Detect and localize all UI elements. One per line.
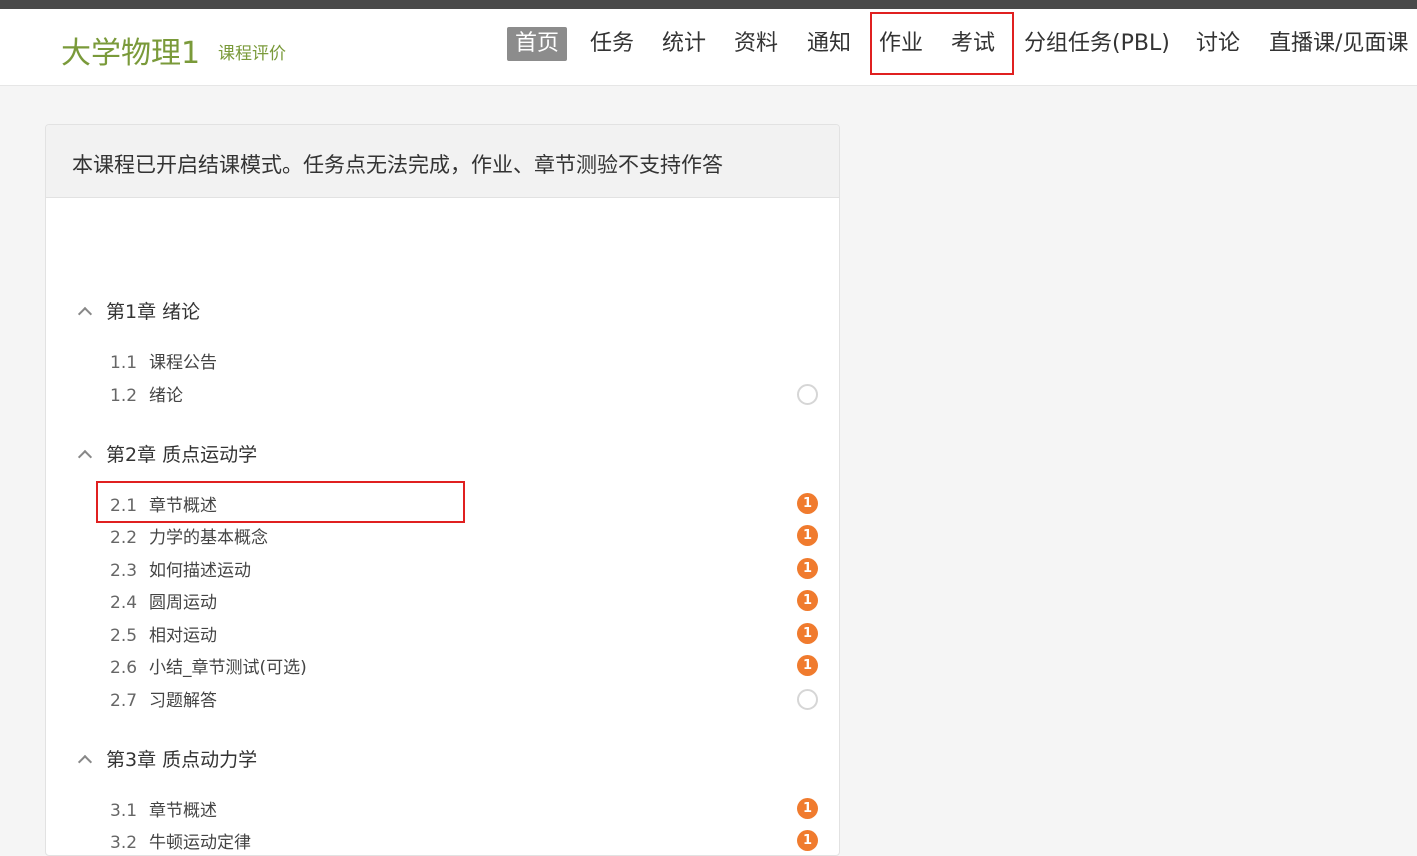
- nav-notices[interactable]: 通知: [807, 27, 851, 61]
- chapter-title: 第1章 绪论: [106, 301, 201, 323]
- section-title: 章节概述: [149, 801, 218, 821]
- section-2-7[interactable]: 2.7 习题解答: [110, 686, 217, 711]
- section-num: 3.1: [110, 801, 138, 821]
- section-num: 1.2: [110, 386, 138, 406]
- nav-group-tasks[interactable]: 分组任务(PBL): [1024, 27, 1170, 61]
- section-num: 2.6: [110, 658, 138, 678]
- course-outline-card: 本课程已开启结课模式。任务点无法完成，作业、章节测验不支持作答 第1章 绪论 1…: [45, 124, 840, 856]
- pending-count-badge: 1: [797, 493, 818, 514]
- section-num: 2.2: [110, 528, 138, 548]
- section-3-1[interactable]: 3.1 章节概述: [110, 796, 217, 821]
- nav-tasks[interactable]: 任务: [590, 27, 634, 61]
- section-num: 1.1: [110, 353, 138, 373]
- section-num: 2.5: [110, 626, 138, 646]
- section-title: 如何描述运动: [149, 561, 252, 581]
- chevron-up-icon[interactable]: [77, 754, 93, 770]
- pending-count-badge: 1: [797, 590, 818, 611]
- nav-stats[interactable]: 统计: [662, 27, 706, 61]
- section-2-4[interactable]: 2.4 圆周运动: [110, 588, 217, 613]
- incomplete-ring-icon: [797, 384, 818, 405]
- section-3-2[interactable]: 3.2 牛顿运动定律: [110, 828, 251, 853]
- closure-notice: 本课程已开启结课模式。任务点无法完成，作业、章节测验不支持作答: [46, 125, 839, 198]
- nav-exams[interactable]: 考试: [951, 27, 995, 61]
- section-title: 课程公告: [149, 353, 218, 373]
- section-num: 2.3: [110, 561, 138, 581]
- section-title: 相对运动: [149, 626, 218, 646]
- pending-count-badge: 1: [797, 558, 818, 579]
- chapter-2[interactable]: 第2章 质点运动学: [77, 440, 258, 467]
- section-title: 牛顿运动定律: [149, 833, 252, 853]
- course-title[interactable]: 大学物理1: [61, 28, 200, 72]
- closure-notice-text: 本课程已开启结课模式。任务点无法完成，作业、章节测验不支持作答: [72, 153, 723, 177]
- incomplete-ring-icon: [797, 689, 818, 710]
- chevron-up-icon[interactable]: [77, 306, 93, 322]
- chapter-1[interactable]: 第1章 绪论: [77, 297, 201, 324]
- chapter-title: 第3章 质点动力学: [106, 749, 258, 771]
- section-title: 力学的基本概念: [149, 528, 269, 548]
- nav-home[interactable]: 首页: [507, 27, 568, 61]
- nav-homework[interactable]: 作业: [879, 27, 923, 61]
- section-title: 习题解答: [149, 691, 218, 711]
- section-1-2[interactable]: 1.2 绪论: [110, 381, 183, 406]
- section-2-3[interactable]: 2.3 如何描述运动: [110, 556, 251, 581]
- course-eval-link[interactable]: 课程评价: [218, 39, 286, 64]
- section-num: 2.7: [110, 691, 138, 711]
- pending-count-badge: 1: [797, 798, 818, 819]
- section-title: 圆周运动: [149, 593, 218, 613]
- top-strip: [0, 0, 1417, 9]
- section-2-1[interactable]: 2.1 章节概述: [110, 491, 217, 516]
- section-2-5[interactable]: 2.5 相对运动: [110, 621, 217, 646]
- section-2-2[interactable]: 2.2 力学的基本概念: [110, 523, 268, 548]
- chapter-3[interactable]: 第3章 质点动力学: [77, 745, 258, 772]
- pending-count-badge: 1: [797, 623, 818, 644]
- section-title: 小结_章节测试(可选): [149, 658, 307, 678]
- section-num: 2.1: [110, 496, 138, 516]
- nav-discussion[interactable]: 讨论: [1196, 27, 1240, 61]
- chapter-title: 第2章 质点运动学: [106, 444, 258, 466]
- section-title: 绪论: [149, 386, 184, 406]
- section-title: 章节概述: [149, 496, 218, 516]
- header: 大学物理1 课程评价 首页 任务 统计 资料 通知 作业 考试 分组任务(PBL…: [0, 9, 1417, 86]
- pending-count-badge: 1: [797, 655, 818, 676]
- section-2-6[interactable]: 2.6 小结_章节测试(可选): [110, 653, 307, 678]
- pending-count-badge: 1: [797, 525, 818, 546]
- pending-count-badge: 1: [797, 830, 818, 851]
- nav-live-class[interactable]: 直播课/见面课: [1269, 27, 1408, 61]
- nav-materials[interactable]: 资料: [734, 27, 778, 61]
- section-num: 2.4: [110, 593, 138, 613]
- section-1-1[interactable]: 1.1 课程公告: [110, 348, 217, 373]
- section-num: 3.2: [110, 833, 138, 853]
- chevron-up-icon[interactable]: [77, 449, 93, 465]
